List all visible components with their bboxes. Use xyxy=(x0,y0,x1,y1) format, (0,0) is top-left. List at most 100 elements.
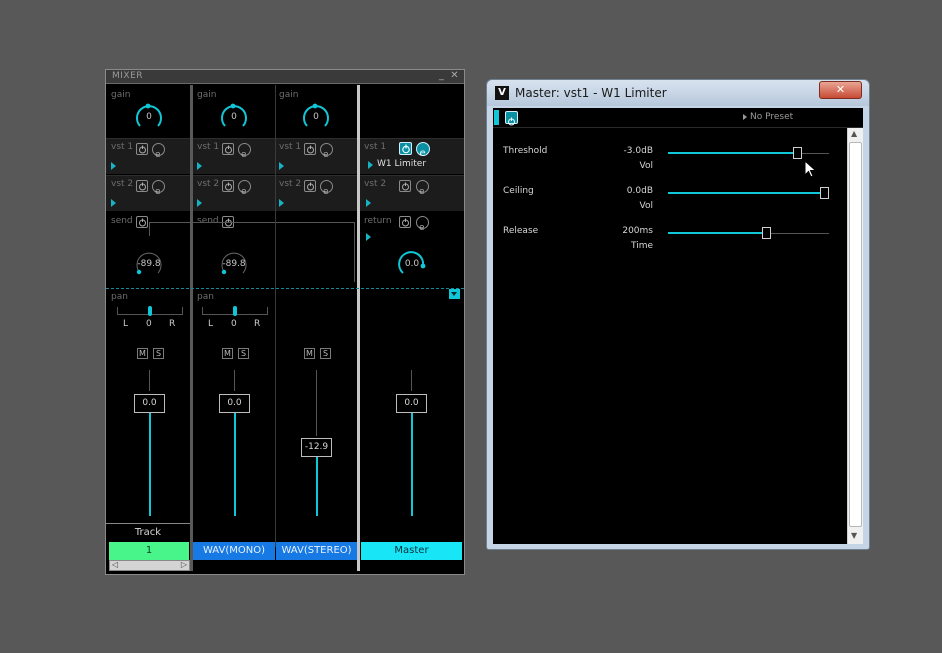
expand-arrow-icon[interactable] xyxy=(111,199,116,207)
param-value: 200ms xyxy=(622,226,653,236)
gain-knob[interactable]: 0 xyxy=(300,101,332,133)
channel-name[interactable]: WAV(MONO) xyxy=(193,542,275,560)
mixer-title: MIXER xyxy=(112,71,144,81)
vst1-slot: vst 1 e xyxy=(276,138,357,174)
edit-icon[interactable]: e xyxy=(238,143,251,160)
vst2-label: vst 2 xyxy=(364,179,387,189)
preset-arrow-icon[interactable] xyxy=(743,114,747,120)
vertical-scrollbar[interactable]: ▲ ▼ xyxy=(847,128,863,544)
pan-slider[interactable] xyxy=(117,306,183,316)
plugin-power-icon[interactable] xyxy=(505,111,518,126)
preset-selector[interactable]: No Preset xyxy=(750,112,793,122)
edit-icon[interactable]: e xyxy=(152,180,165,197)
scroll-left-icon[interactable]: ◁ xyxy=(112,560,118,569)
param-name: Release xyxy=(503,226,539,236)
vst2-label: vst 2 xyxy=(111,179,134,189)
vst1-plugin-name[interactable]: W1 Limiter xyxy=(377,159,426,169)
mute-button[interactable]: M xyxy=(304,348,315,359)
close-button[interactable]: ✕ xyxy=(819,81,862,99)
fader-value[interactable]: -12.9 xyxy=(301,438,332,457)
scrollbar-thumb[interactable] xyxy=(849,142,862,527)
edit-icon[interactable]: e xyxy=(320,180,333,197)
send-power-icon[interactable] xyxy=(136,216,148,228)
gain-knob[interactable]: 0 xyxy=(133,101,165,133)
gain-label: gain xyxy=(197,90,217,100)
send-line xyxy=(354,222,355,282)
power-icon[interactable] xyxy=(399,142,412,155)
channel-name[interactable]: 1 xyxy=(109,542,189,560)
return-knob[interactable]: 0.0 xyxy=(396,248,428,280)
scroll-down-icon[interactable]: ▼ xyxy=(851,531,857,540)
mute-button[interactable]: M xyxy=(137,348,148,359)
vst1-slot: vst 1 e xyxy=(106,138,190,174)
expand-arrow-icon[interactable] xyxy=(197,199,202,207)
fader-level[interactable] xyxy=(149,413,151,516)
slider-thumb[interactable] xyxy=(820,187,829,199)
fader-value[interactable]: 0.0 xyxy=(134,394,165,413)
power-icon[interactable] xyxy=(136,143,148,155)
power-icon[interactable] xyxy=(304,180,316,192)
minimize-button[interactable]: _ xyxy=(436,71,447,82)
pan-label: pan xyxy=(111,292,128,302)
plugin-titlebar[interactable]: V Master: vst1 - W1 Limiter ✕ xyxy=(487,80,869,106)
gain-knob[interactable]: 0 xyxy=(218,101,250,133)
gain-value: 0 xyxy=(146,112,152,122)
power-icon[interactable] xyxy=(222,180,234,192)
expand-arrow-icon[interactable] xyxy=(366,199,371,207)
pan-slider[interactable] xyxy=(202,306,268,316)
vst1-label: vst 1 xyxy=(279,142,302,152)
slider-thumb[interactable] xyxy=(762,227,771,239)
send-line xyxy=(193,222,275,223)
slider-fill xyxy=(668,192,820,194)
channel-name[interactable]: WAV(STEREO) xyxy=(276,542,357,560)
scroll-up-icon[interactable]: ▲ xyxy=(851,129,857,138)
fader-level[interactable] xyxy=(234,413,236,516)
expand-arrow-icon[interactable] xyxy=(279,199,284,207)
edit-icon[interactable]: e xyxy=(152,143,165,160)
return-edit-icon[interactable]: e xyxy=(416,216,429,233)
mute-button[interactable]: M xyxy=(222,348,233,359)
expand-arrow-icon[interactable] xyxy=(197,162,202,170)
expand-arrow-icon[interactable] xyxy=(279,162,284,170)
fader-value[interactable]: 0.0 xyxy=(396,394,427,413)
power-icon[interactable] xyxy=(136,180,148,192)
active-indicator xyxy=(494,110,499,125)
channel-strip-2: gain 0 vst 1 e vst 2 e send -89.8 pan L xyxy=(193,85,275,571)
power-icon[interactable] xyxy=(222,143,234,155)
edit-icon[interactable]: e xyxy=(416,142,430,159)
power-icon[interactable] xyxy=(304,143,316,155)
fader-track xyxy=(411,370,412,391)
mixer-titlebar[interactable]: MIXER _ ✕ xyxy=(106,70,464,84)
fader-level[interactable] xyxy=(411,413,413,516)
expand-arrow-icon[interactable] xyxy=(368,161,373,169)
solo-button[interactable]: S xyxy=(153,348,164,359)
power-icon[interactable] xyxy=(399,180,411,192)
close-button[interactable]: ✕ xyxy=(449,71,460,82)
edit-icon[interactable]: e xyxy=(320,143,333,160)
edit-icon[interactable]: e xyxy=(238,180,251,197)
slider-thumb[interactable] xyxy=(793,147,802,159)
solo-button[interactable]: S xyxy=(320,348,331,359)
expand-arrow-icon[interactable] xyxy=(366,233,371,241)
app-icon: V xyxy=(495,86,509,100)
track-type-label: Track xyxy=(134,527,162,538)
return-power-icon[interactable] xyxy=(399,216,411,228)
expand-arrow-icon[interactable] xyxy=(111,162,116,170)
scroll-right-icon[interactable]: ▷ xyxy=(181,560,187,569)
pan-thumb[interactable] xyxy=(148,306,152,316)
channel-name[interactable]: Master xyxy=(361,542,462,560)
vst2-label: vst 2 xyxy=(197,179,220,189)
send-knob[interactable]: -89.8 xyxy=(133,248,165,280)
slider-fill xyxy=(668,232,762,234)
fader-level[interactable] xyxy=(316,457,318,516)
pan-center: 0 xyxy=(146,319,152,329)
strip-scrollbar[interactable]: ◁ ▷ xyxy=(109,560,190,571)
edit-icon[interactable]: e xyxy=(416,180,429,197)
pan-right: R xyxy=(254,319,261,329)
channel-strip-3: gain 0 vst 1 e vst 2 e M S -12.9 WAV(STE… xyxy=(276,85,357,571)
vst2-label: vst 2 xyxy=(279,179,302,189)
send-knob[interactable]: -89.8 xyxy=(218,248,250,280)
fader-value[interactable]: 0.0 xyxy=(219,394,250,413)
solo-button[interactable]: S xyxy=(238,348,249,359)
pan-thumb[interactable] xyxy=(233,306,237,316)
